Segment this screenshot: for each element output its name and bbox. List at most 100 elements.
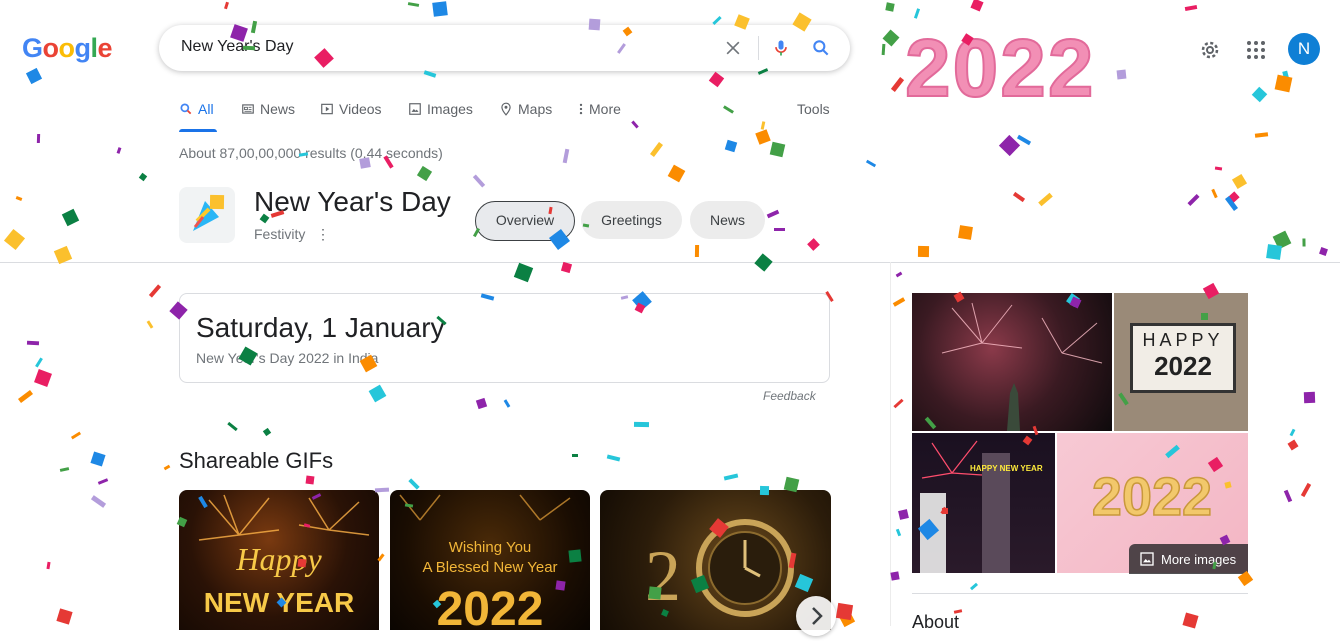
google-logo[interactable]: Google (22, 33, 113, 64)
confetti-piece (3, 228, 26, 251)
tab-label: Images (427, 101, 473, 117)
confetti-piece (1266, 244, 1282, 260)
close-icon[interactable] (723, 38, 743, 58)
confetti-piece (146, 320, 154, 329)
gear-icon[interactable] (1198, 38, 1222, 62)
confetti-piece (969, 582, 979, 591)
confetti-piece (1303, 391, 1316, 404)
confetti-piece (724, 139, 738, 153)
more-images-button[interactable]: More images (1129, 544, 1248, 574)
tools-button[interactable]: Tools (797, 101, 830, 117)
active-tab-indicator (179, 129, 217, 132)
tab-images[interactable]: Images (408, 101, 473, 117)
column-divider (890, 262, 891, 626)
lightbox: HAPPY 2022 (1130, 323, 1236, 393)
result-stats: About 87,00,00,000 results (0.44 seconds… (179, 145, 443, 161)
confetti-piece (97, 478, 109, 485)
balloon-text: 2022 (1092, 467, 1212, 527)
header-divider (0, 262, 1340, 263)
confetti-piece (1184, 4, 1198, 12)
confetti-piece (1289, 428, 1296, 437)
more-images-label: More images (1161, 551, 1237, 567)
gif-line2: A Blessed New Year (422, 559, 557, 576)
confetti-piece (1231, 173, 1248, 190)
carousel-next-button[interactable] (796, 596, 836, 636)
confetti-piece (882, 29, 900, 47)
confetti-piece (148, 284, 162, 298)
gif-card[interactable]: Happy NEW YEAR (179, 490, 379, 630)
image-tile[interactable] (912, 293, 1112, 431)
search-divider (758, 36, 759, 60)
confetti-piece (472, 174, 486, 188)
confetti-piece (885, 2, 895, 12)
image-tile[interactable]: HAPPY NEW YEAR (912, 433, 1055, 573)
gif-art: Wishing You A Blessed New Year 2022 (399, 494, 571, 630)
tab-news[interactable]: News (241, 101, 295, 117)
search-input[interactable] (179, 37, 703, 57)
avatar[interactable]: N (1288, 33, 1320, 65)
confetti-piece (36, 133, 41, 144)
knowledge-title: New Year's Day (254, 186, 451, 217)
confetti-piece (59, 467, 70, 472)
confetti-piece (1187, 193, 1200, 207)
confetti-piece (723, 105, 734, 114)
confetti-piece (56, 608, 73, 625)
confetti-piece (1224, 196, 1239, 211)
chip-news[interactable]: News (690, 201, 765, 239)
confetti-piece (61, 208, 80, 227)
confetti-piece (562, 148, 570, 164)
confetti-piece (1274, 74, 1293, 93)
confetti-piece (1283, 489, 1293, 503)
search-icon (180, 103, 192, 115)
feedback-link[interactable]: Feedback (763, 389, 816, 403)
tab-more[interactable]: More (578, 101, 621, 117)
confetti-piece (1228, 191, 1240, 203)
about-heading: About (912, 612, 960, 632)
confetti-piece (649, 142, 664, 157)
confetti-piece (90, 451, 106, 467)
confetti-piece (1012, 191, 1026, 203)
doodle-2022-banner[interactable]: 2022 (905, 18, 1175, 108)
image-tile[interactable]: HAPPY 2022 (1114, 293, 1248, 431)
sign-text: HAPPY NEW YEAR (970, 464, 1043, 473)
search-icon[interactable] (811, 38, 831, 58)
image-icon (409, 103, 421, 115)
confetti-piece (774, 228, 785, 231)
confetti-piece (895, 528, 902, 537)
mic-icon[interactable] (771, 38, 791, 58)
tab-maps[interactable]: Maps (499, 101, 552, 117)
date-subtitle: New Year's Day 2022 in India (196, 350, 379, 366)
confetti-piece (560, 261, 573, 274)
confetti-piece (760, 121, 766, 130)
more-options-icon[interactable]: ⋮ (316, 226, 330, 243)
tab-label: Videos (339, 101, 382, 117)
apps-grid-icon[interactable] (1244, 38, 1268, 62)
confetti-piece (895, 271, 903, 278)
confetti-piece (881, 43, 886, 56)
confetti-piece (475, 397, 488, 410)
confetti-piece (917, 245, 930, 258)
tab-all[interactable]: All (179, 101, 214, 117)
confetti-piece (1287, 439, 1299, 451)
confetti-piece (1182, 612, 1199, 629)
confetti-piece (1319, 247, 1328, 256)
confetti-piece (892, 297, 906, 307)
confetti-piece (90, 495, 107, 508)
chip-greetings[interactable]: Greetings (581, 201, 682, 239)
gif-line1: Happy (235, 541, 322, 577)
confetti-piece (807, 238, 820, 251)
confetti-piece (407, 2, 420, 7)
confetti-piece (116, 147, 122, 154)
confetti-piece (1302, 238, 1306, 247)
festivity-thumbnail[interactable] (179, 187, 235, 243)
gif-card[interactable]: Wishing You A Blessed New Year 2022 (390, 490, 590, 630)
tab-videos[interactable]: Videos (320, 101, 382, 117)
fireworks-image (941, 302, 1103, 431)
confetti-piece (606, 454, 621, 462)
confetti-piece (18, 389, 33, 404)
image-icon (1140, 552, 1154, 566)
confetti-piece (898, 509, 909, 520)
confetti-piece (723, 473, 739, 481)
confetti-piece (408, 478, 420, 490)
chip-overview[interactable]: Overview (475, 201, 575, 241)
